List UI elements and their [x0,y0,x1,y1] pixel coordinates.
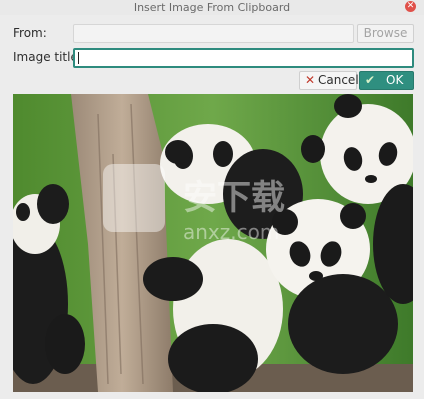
watermark-text: 安下载 [183,178,285,218]
close-x-icon: ✕ [305,73,316,87]
ok-label: OK [386,73,404,87]
image-preview: 安下载 anxz.com [13,94,413,392]
button-row: ✕ Cancel ✔ OK [0,71,424,90]
cancel-button[interactable]: ✕ Cancel [299,71,359,90]
from-row: From: Browse [0,24,424,43]
close-icon[interactable]: ✕ [405,1,416,12]
image-title-label: Image title: [13,50,82,64]
browse-button[interactable]: Browse [357,24,414,43]
ok-button[interactable]: ✔ OK [359,71,414,90]
from-label: From: [13,26,47,40]
pandas-photo: 安下载 anxz.com [13,94,413,392]
from-field[interactable] [73,24,354,43]
watermark-domain: anxz.com [183,220,279,244]
title-bar: Insert Image From Clipboard ✕ [0,0,424,15]
image-title-row: Image title: [0,48,424,68]
check-icon: ✔ [365,73,376,87]
image-title-field[interactable] [73,48,414,68]
text-caret [78,52,79,64]
window-title: Insert Image From Clipboard [133,1,291,14]
cancel-label: Cancel [318,73,359,87]
